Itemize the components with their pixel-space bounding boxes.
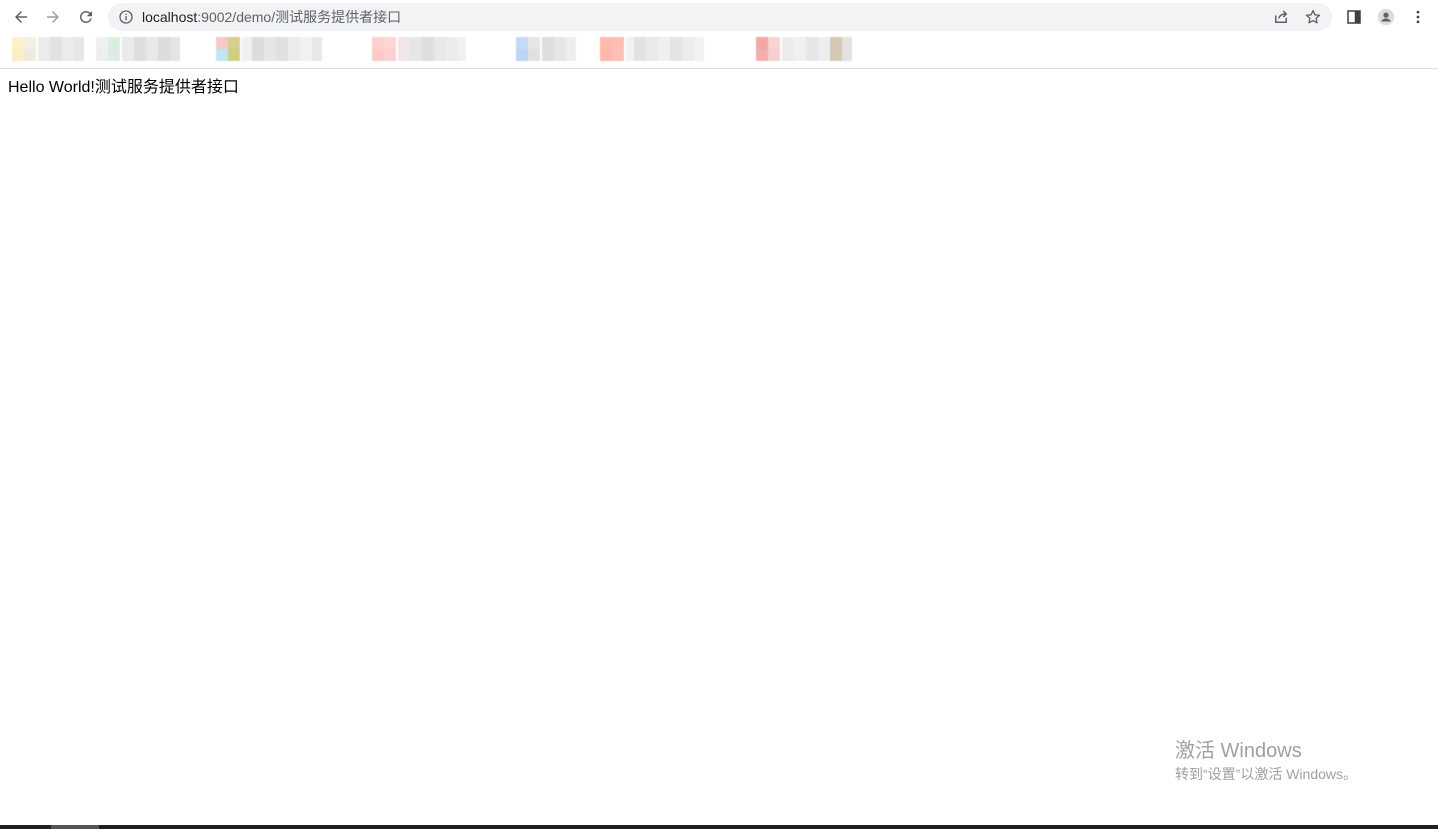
profile-button[interactable] — [1373, 4, 1399, 30]
star-icon — [1305, 9, 1321, 24]
browser-toolbar: localhost:9002/demo/测试服务提供者接口 — [0, 0, 1438, 34]
reload-icon — [80, 10, 92, 23]
watermark-subtitle: 转到“设置”以激活 Windows。 — [1175, 766, 1358, 782]
url-host: localhost — [142, 9, 198, 25]
bookmark-star-button[interactable] — [1304, 8, 1322, 26]
back-button[interactable] — [8, 4, 34, 30]
arrow-right-icon — [47, 11, 59, 23]
address-bar[interactable]: localhost:9002/demo/测试服务提供者接口 — [108, 3, 1332, 31]
bookmark-favicon — [216, 37, 240, 61]
browser-menu-button[interactable] — [1405, 4, 1431, 30]
share-icon — [1275, 10, 1288, 23]
bookmark-favicon — [96, 37, 120, 61]
bookmark-item[interactable] — [96, 37, 180, 61]
bookmark-title-obscured — [122, 37, 180, 61]
bookmark-title-obscured — [38, 37, 84, 61]
taskbar-edge — [0, 825, 1438, 829]
side-panel-button[interactable] — [1341, 4, 1367, 30]
arrow-left-icon — [15, 11, 27, 23]
taskbar-active-item[interactable] — [51, 825, 99, 829]
windows-activation-watermark: 激活 Windows 转到“设置”以激活 Windows。 — [1175, 739, 1357, 783]
bookmark-item[interactable] — [12, 37, 84, 61]
browser-chrome: localhost:9002/demo/测试服务提供者接口 — [0, 0, 1438, 69]
side-panel-icon — [1347, 10, 1361, 24]
bookmark-favicon — [516, 37, 540, 61]
share-button[interactable] — [1272, 8, 1290, 26]
reload-button[interactable] — [73, 4, 99, 30]
bookmark-item[interactable] — [600, 37, 704, 61]
url-path: :9002/demo/测试服务提供者接口 — [197, 9, 402, 25]
bookmark-item[interactable] — [372, 37, 466, 61]
url-text[interactable]: localhost:9002/demo/测试服务提供者接口 — [142, 9, 401, 25]
bookmark-favicon — [600, 37, 624, 61]
forward-button[interactable] — [40, 4, 66, 30]
bookmark-item[interactable] — [216, 37, 322, 61]
bookmark-title-obscured — [626, 37, 704, 61]
bookmark-item[interactable] — [756, 37, 852, 61]
page-body-text: Hello World!测试服务提供者接口 — [8, 79, 239, 96]
bookmark-favicon — [756, 37, 780, 61]
bookmark-title-obscured — [542, 37, 576, 61]
watermark-title: 激活 Windows — [1175, 740, 1302, 762]
bookmark-favicon — [372, 37, 396, 61]
profile-icon — [1377, 8, 1395, 26]
bookmark-title-obscured — [782, 37, 852, 61]
bookmark-favicon — [12, 37, 36, 61]
bookmark-title-obscured — [398, 37, 466, 61]
bookmark-item[interactable] — [516, 37, 576, 61]
bookmarks-bar — [0, 34, 1438, 66]
bookmark-title-obscured — [242, 37, 322, 61]
kebab-menu-icon — [1416, 10, 1420, 24]
info-icon[interactable] — [118, 9, 134, 25]
